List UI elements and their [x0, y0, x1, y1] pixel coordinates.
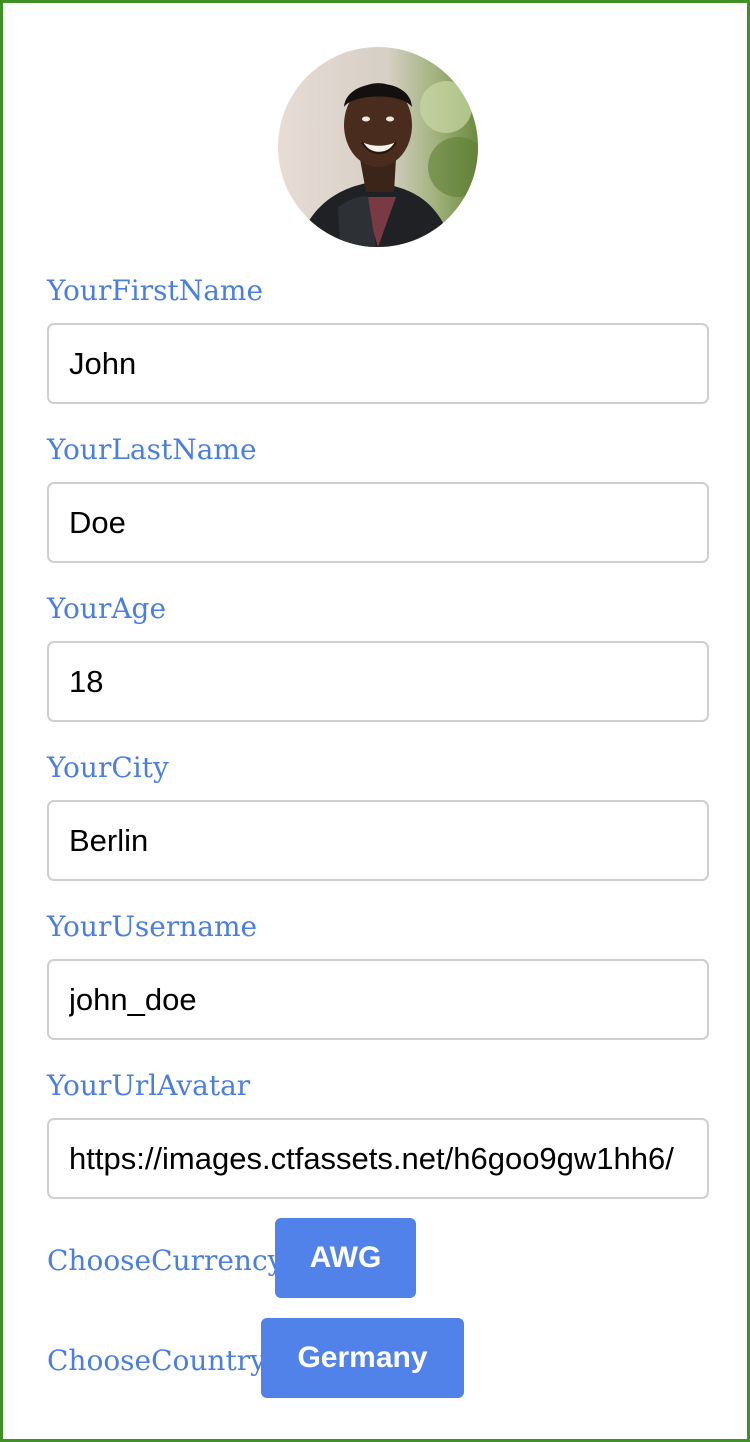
last-name-label: YourLastName: [47, 433, 257, 466]
age-label: YourAge: [47, 592, 167, 625]
last-name-input[interactable]: [47, 482, 709, 563]
avatar-photo-icon: [278, 47, 478, 247]
choose-country-label: ChooseCountry: [47, 1344, 266, 1377]
choose-currency-label: ChooseCurrency: [47, 1244, 284, 1277]
currency-button[interactable]: AWG: [275, 1218, 416, 1298]
age-input[interactable]: [47, 641, 709, 722]
username-input[interactable]: [47, 959, 709, 1040]
avatar: [278, 47, 478, 247]
url-avatar-label: YourUrlAvatar: [47, 1069, 251, 1102]
profile-form: YourFirstName YourLastName YourAge YourC…: [0, 0, 750, 1442]
country-button[interactable]: Germany: [261, 1318, 464, 1398]
city-input[interactable]: [47, 800, 709, 881]
username-label: YourUsername: [47, 910, 258, 943]
city-label: YourCity: [47, 751, 169, 784]
url-avatar-input[interactable]: [47, 1118, 709, 1199]
first-name-input[interactable]: [47, 323, 709, 404]
first-name-label: YourFirstName: [47, 274, 264, 307]
